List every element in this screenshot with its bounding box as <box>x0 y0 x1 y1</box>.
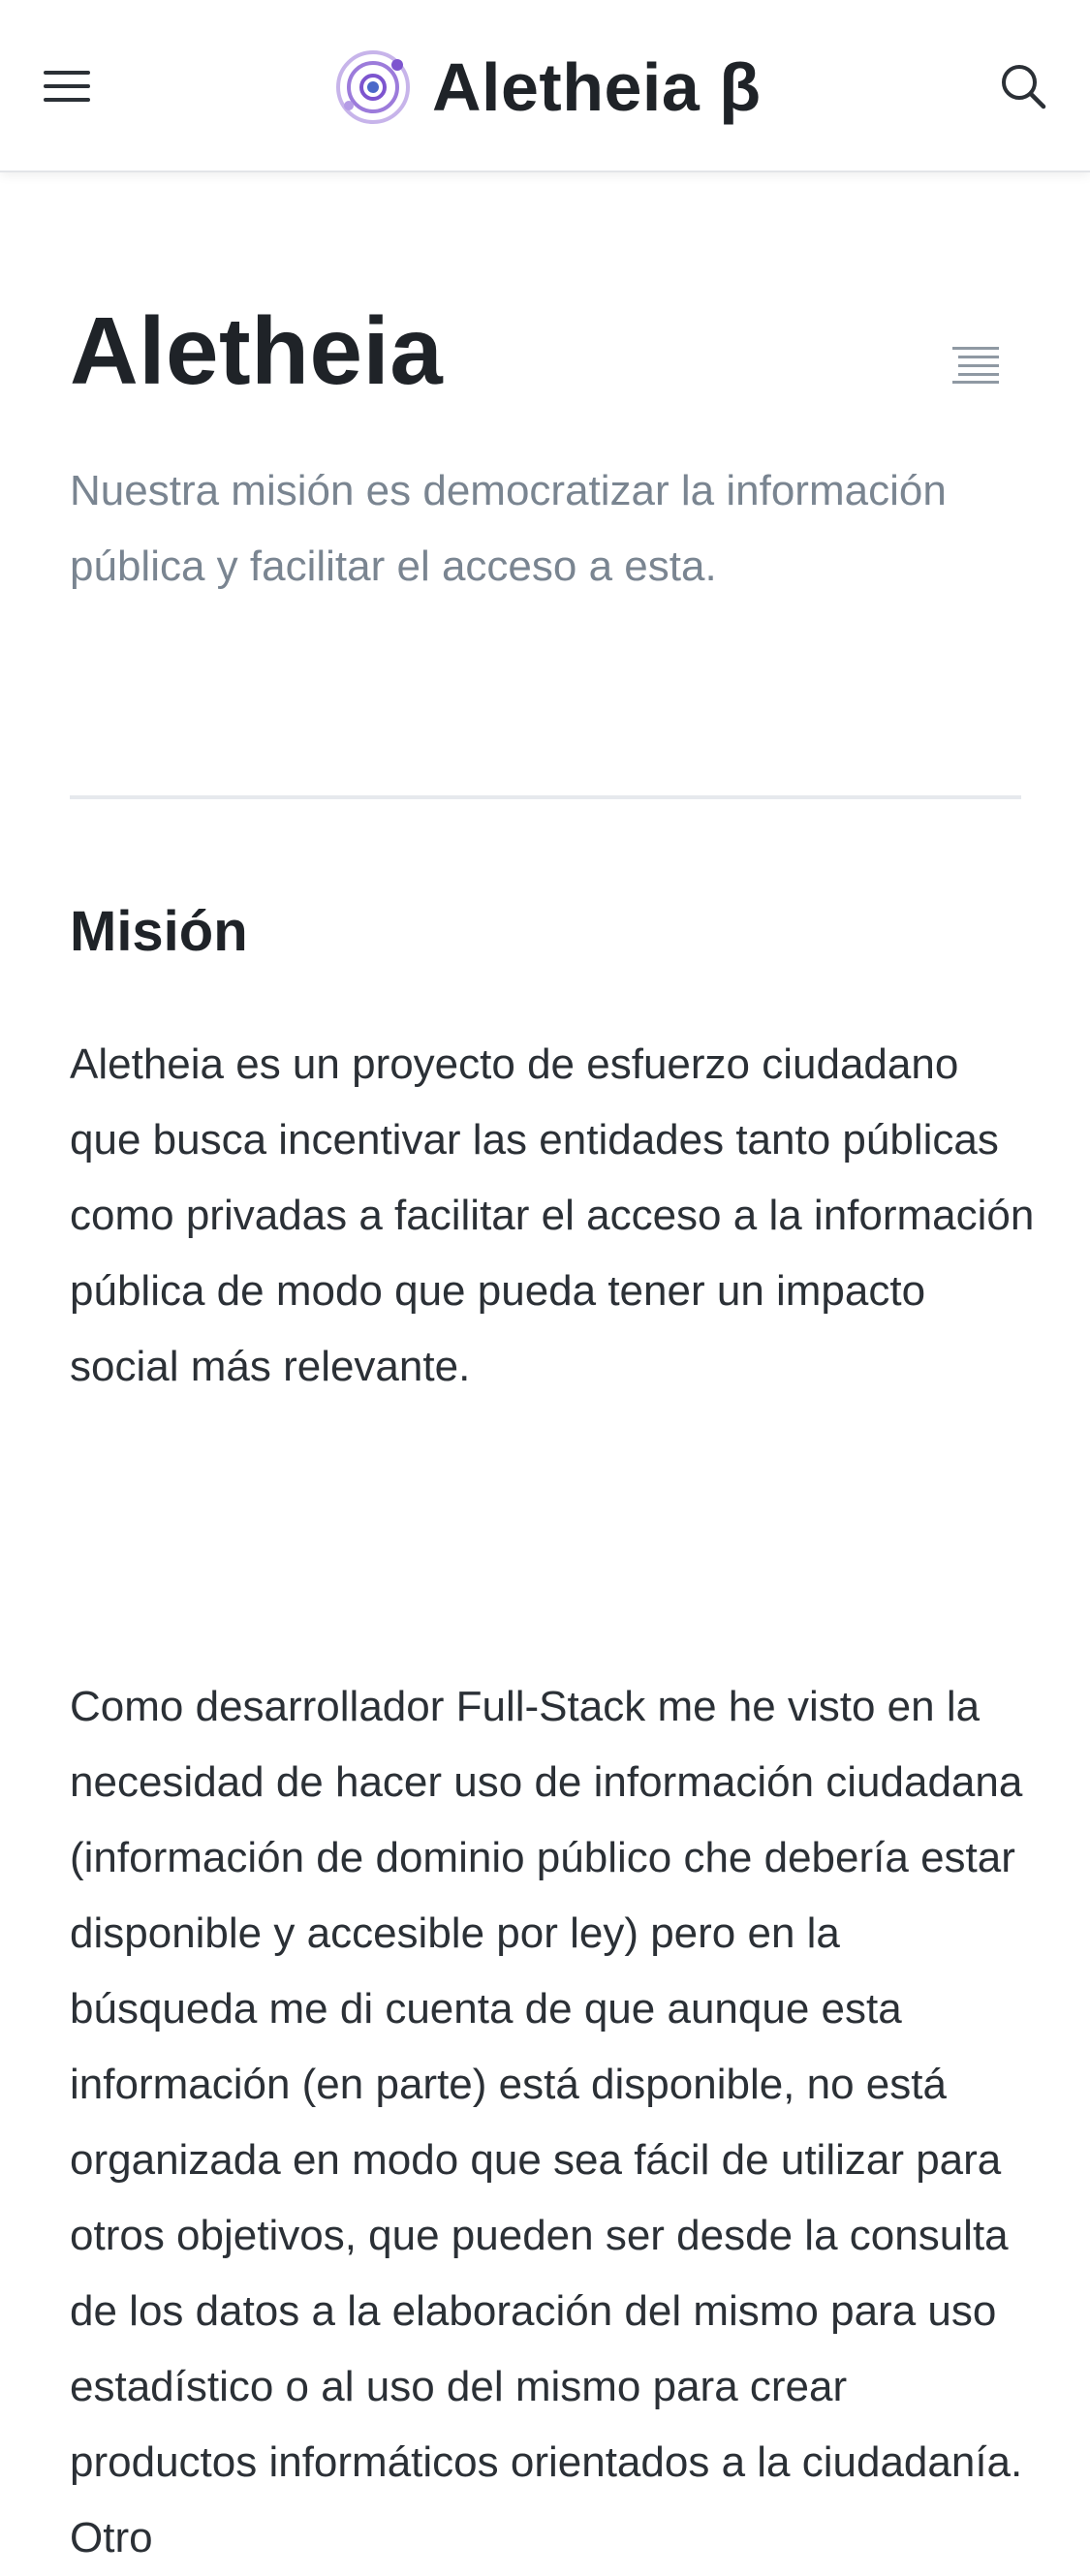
hamburger-menu-icon <box>44 71 90 102</box>
top-app-bar: Aletheia β <box>0 0 1090 172</box>
page-title: Aletheia <box>70 297 444 404</box>
search-icon <box>1002 65 1046 109</box>
table-of-contents-icon <box>952 347 999 384</box>
divider <box>70 795 1021 799</box>
page-subtitle: Nuestra misión es democratizar la inform… <box>70 467 947 590</box>
orbit-logo-icon <box>336 50 410 124</box>
mission-paragraph-1: Aletheia es un proyecto de esfuerzo ciud… <box>70 1040 1035 1390</box>
toc-button[interactable] <box>947 335 1005 393</box>
brand-home-link[interactable]: Aletheia β <box>329 39 761 136</box>
brand-title: Aletheia β <box>432 49 762 125</box>
section-heading-mision: Misión <box>70 900 248 963</box>
menu-button[interactable] <box>37 56 97 116</box>
search-button[interactable] <box>993 56 1053 116</box>
mission-paragraph-2: Como desarrollador Full-Stack me he vist… <box>70 1683 1023 2561</box>
